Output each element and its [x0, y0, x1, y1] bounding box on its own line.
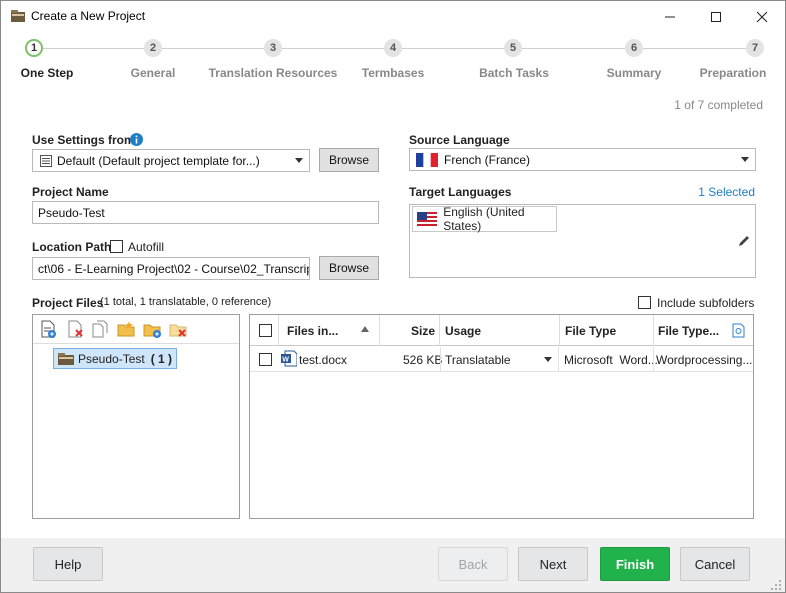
col-header-name[interactable]: Files in...: [287, 324, 338, 338]
maximize-button[interactable]: [693, 1, 739, 32]
project-files-summary: (1 total, 1 translatable, 0 reference): [100, 296, 272, 308]
target-languages-label: Target Languages: [409, 185, 512, 199]
help-button[interactable]: Help: [33, 547, 103, 581]
target-language-name: English (United States): [443, 205, 525, 233]
usage-dropdown[interactable]: Translatable: [440, 347, 559, 372]
chevron-down-icon: [295, 158, 303, 163]
step-6-circle[interactable]: 6: [625, 39, 643, 57]
copy-files-icon[interactable]: [91, 320, 109, 338]
word-document-icon: W: [281, 350, 297, 367]
cancel-button[interactable]: Cancel: [680, 547, 750, 581]
select-all-checkbox[interactable]: [259, 324, 272, 337]
target-language-chip[interactable]: English (United States): [412, 205, 557, 233]
step-1-label[interactable]: One Step: [21, 66, 74, 80]
finish-button[interactable]: Finish: [600, 547, 670, 581]
add-folder-icon[interactable]: [117, 320, 135, 338]
window-title: Create a New Project: [31, 9, 146, 23]
row-checkbox[interactable]: [259, 353, 272, 366]
tree-root-count: ( 1 ): [150, 351, 173, 366]
include-subfolders-checkbox[interactable]: [638, 296, 651, 309]
tree-root-node[interactable]: Pseudo-Test ( 1 ): [53, 348, 178, 369]
location-path-input[interactable]: ct\06 - E-Learning Project\02 - Course\0…: [32, 257, 310, 280]
settings-browse-button[interactable]: Browse: [319, 148, 379, 172]
step-1-circle[interactable]: 1: [25, 39, 43, 57]
folder-tree-panel: Pseudo-Test ( 1 ): [32, 314, 240, 519]
minimize-icon: [665, 16, 675, 17]
source-language-value: French (France): [444, 153, 531, 167]
minimize-button[interactable]: [647, 1, 693, 32]
back-button[interactable]: Back: [438, 547, 508, 581]
step-7-label[interactable]: Preparation: [700, 66, 767, 80]
row-file-type: Microsoft Word...: [564, 353, 658, 367]
info-icon[interactable]: [130, 133, 143, 146]
col-header-file-type-desc[interactable]: File Type...: [658, 324, 719, 338]
settings-dropdown[interactable]: Default (Default project template for...…: [32, 149, 310, 172]
col-header-file-type[interactable]: File Type: [565, 324, 616, 338]
project-files-label: Project Files: [32, 296, 104, 310]
location-browse-button[interactable]: Browse: [319, 256, 379, 280]
row-file-name: test.docx: [299, 353, 348, 367]
step-2-circle[interactable]: 2: [144, 39, 162, 57]
step-5-circle[interactable]: 5: [504, 39, 522, 57]
new-folder-icon[interactable]: [143, 320, 161, 338]
dialog-window: Create a New Project 1 2 3 4 5 6 7 One S…: [0, 0, 786, 593]
project-name-input[interactable]: Pseudo-Test: [32, 201, 379, 224]
step-4-label[interactable]: Termbases: [362, 66, 424, 80]
tree-root-label: Pseudo-Test: [78, 351, 145, 366]
project-name-label: Project Name: [32, 185, 109, 199]
files-table-panel: Files in... Size Usage File Type File Ty…: [249, 314, 754, 519]
row-file-type-desc: Wordprocessing...: [656, 353, 753, 367]
step-6-label[interactable]: Summary: [607, 66, 662, 80]
us-flag-icon: [417, 212, 438, 226]
table-header: Files in... Size Usage File Type File Ty…: [250, 315, 753, 346]
close-button[interactable]: [739, 1, 785, 32]
project-folder-icon: [58, 352, 74, 365]
step-5-label[interactable]: Batch Tasks: [479, 66, 549, 80]
autofill-label: Autofill: [128, 240, 165, 254]
remove-files-icon[interactable]: [66, 320, 84, 338]
row-file-size: 526 KB: [403, 353, 443, 367]
step-3-circle[interactable]: 3: [264, 39, 282, 57]
column-chooser-icon[interactable]: [732, 323, 745, 338]
settings-value: Default (Default project template for...…: [57, 154, 260, 168]
maximize-icon: [711, 11, 721, 22]
resize-grip-icon[interactable]: [770, 579, 782, 591]
source-language-dropdown[interactable]: French (France): [409, 148, 756, 171]
settings-label: Use Settings from: [32, 133, 135, 147]
edit-pencil-icon[interactable]: [737, 234, 751, 248]
row-usage: Translatable: [445, 353, 511, 367]
col-header-usage[interactable]: Usage: [445, 324, 481, 338]
close-icon: [756, 11, 768, 22]
template-icon: [40, 155, 52, 167]
svg-text:W: W: [282, 357, 289, 364]
france-flag-icon: [416, 153, 438, 167]
location-label: Location Path: [32, 240, 112, 254]
progress-text: 1 of 7 completed: [674, 98, 763, 112]
next-button[interactable]: Next: [518, 547, 588, 581]
step-3-label[interactable]: Translation Resources: [209, 66, 338, 80]
sort-ascending-icon: [361, 326, 369, 332]
autofill-checkbox[interactable]: [110, 240, 123, 253]
table-row[interactable]: W test.docx 526 KB Translatable Microsof…: [250, 347, 753, 372]
step-7-circle[interactable]: 7: [746, 39, 764, 57]
step-4-circle[interactable]: 4: [384, 39, 402, 57]
target-languages-box[interactable]: English (United States): [409, 204, 756, 278]
target-selected-count[interactable]: 1 Selected: [698, 185, 755, 199]
title-bar: Create a New Project: [1, 1, 785, 32]
step-2-label[interactable]: General: [131, 66, 176, 80]
chevron-down-icon: [544, 357, 552, 362]
source-language-label: Source Language: [409, 133, 510, 147]
project-folder-icon: [11, 10, 25, 22]
add-files-icon[interactable]: [39, 320, 57, 338]
remove-folder-icon[interactable]: [169, 320, 187, 338]
col-header-size[interactable]: Size: [411, 324, 435, 338]
include-subfolders-label: Include subfolders: [657, 296, 755, 310]
tree-toolbar: [33, 315, 239, 344]
chevron-down-icon: [741, 157, 749, 162]
